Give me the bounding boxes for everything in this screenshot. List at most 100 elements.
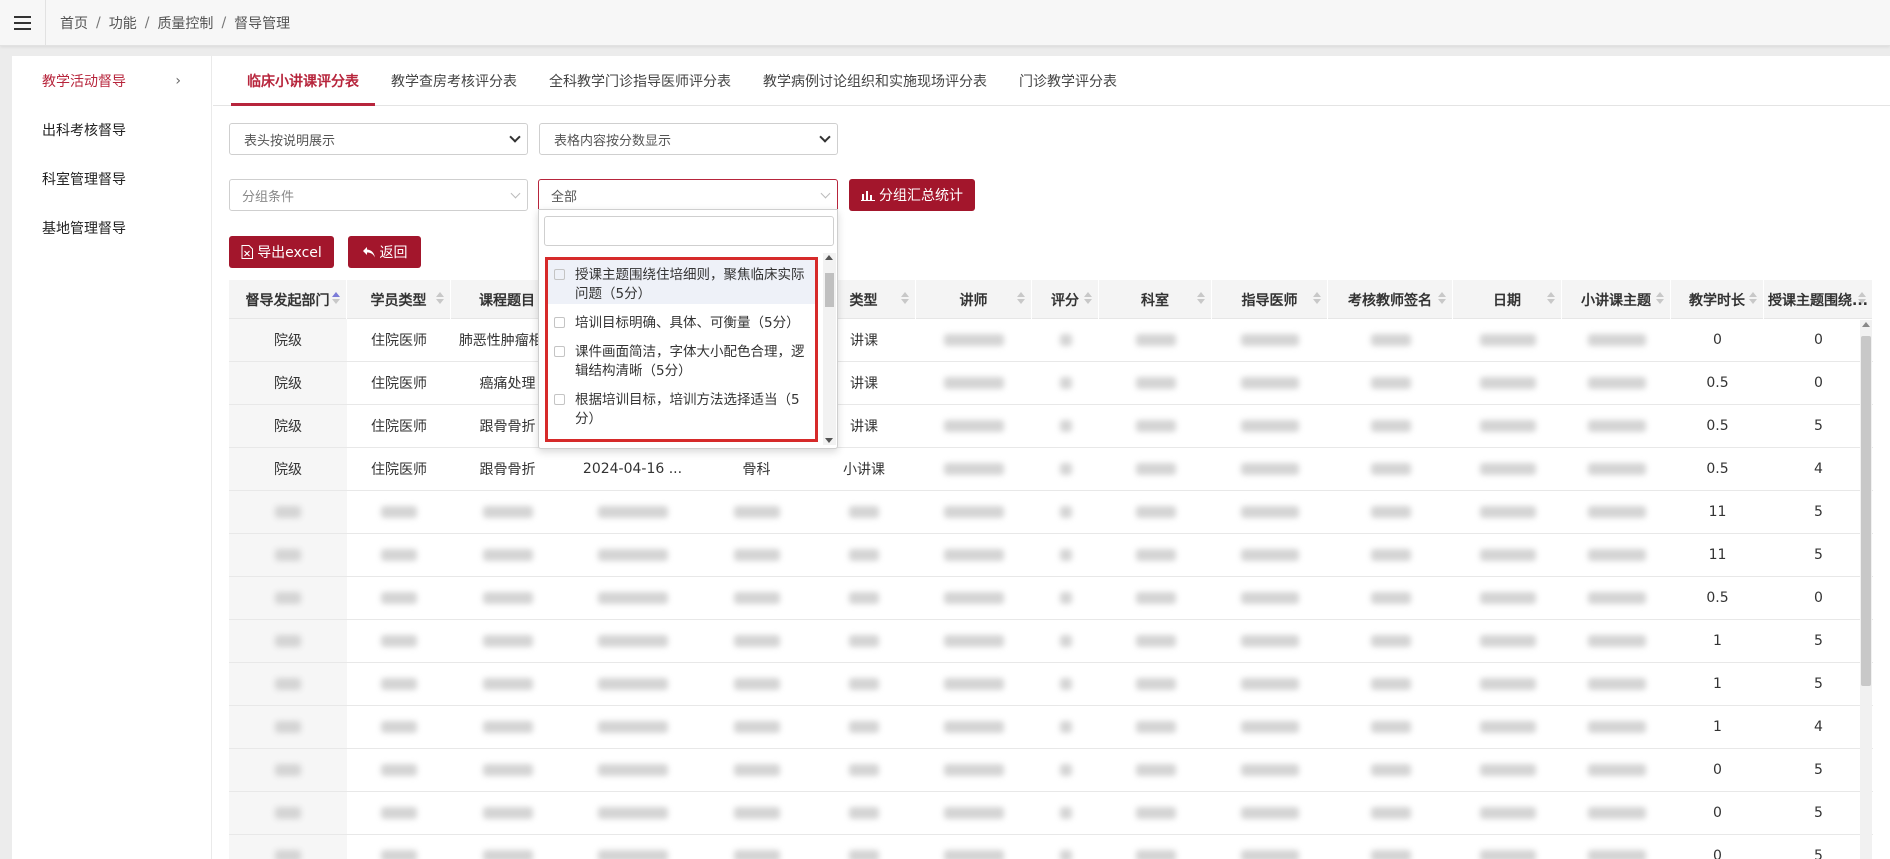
checkbox[interactable] bbox=[554, 394, 565, 405]
tab-ward-round[interactable]: 教学查房考核评分表 bbox=[375, 56, 533, 105]
sort-icon[interactable] bbox=[436, 292, 444, 304]
dropdown-option[interactable]: 培训目标明确、具体、可衡量（5分） bbox=[548, 304, 815, 333]
checkbox[interactable] bbox=[554, 269, 565, 280]
sort-icon[interactable] bbox=[1749, 292, 1757, 304]
table-row[interactable]: 15 bbox=[229, 663, 1873, 706]
sort-icon[interactable] bbox=[1438, 292, 1446, 304]
table-row[interactable]: 0.5 0 bbox=[229, 577, 1873, 620]
group-value-select[interactable]: 全部 bbox=[538, 179, 838, 211]
column-header[interactable]: 指导医师 bbox=[1212, 280, 1328, 319]
redacted-value bbox=[1135, 377, 1176, 389]
table-row[interactable]: 院级 住院医师 癌痛处理 讲课 0.5 0 bbox=[229, 362, 1873, 405]
table-row[interactable]: 05 bbox=[229, 792, 1873, 835]
table-cell bbox=[1562, 405, 1671, 447]
table-cell bbox=[564, 835, 701, 859]
column-header[interactable]: 科室 bbox=[1099, 280, 1212, 319]
tab-clinical-lecture[interactable]: 临床小讲课评分表 bbox=[231, 56, 375, 106]
dropdown-option[interactable]: 根据培训目标，培训方法选择适当（5分） bbox=[548, 381, 815, 429]
scroll-up-arrow-icon[interactable] bbox=[825, 255, 833, 260]
column-header[interactable]: 小讲课主题 bbox=[1562, 280, 1671, 319]
column-header[interactable]: 授课主题围绕... bbox=[1764, 280, 1873, 319]
sidebar-item-exit-exam[interactable]: 出科考核督导 bbox=[12, 105, 211, 154]
export-excel-label: 导出excel bbox=[257, 245, 322, 261]
table-cell: 0 bbox=[1814, 375, 1823, 391]
scrollbar-thumb[interactable] bbox=[1861, 336, 1871, 686]
tab-case-discussion[interactable]: 教学病例讨论组织和实施现场评分表 bbox=[747, 56, 1003, 105]
table-cell bbox=[347, 835, 451, 859]
dropdown-scrollbar[interactable] bbox=[823, 253, 836, 445]
column-header[interactable]: 督导发起部门 bbox=[229, 280, 347, 319]
redacted-value bbox=[1587, 850, 1646, 859]
table-row[interactable]: 05 bbox=[229, 835, 1873, 859]
header-mode-select[interactable]: 表头按说明展示 bbox=[229, 123, 528, 155]
table-row[interactable]: 院级 住院医师 跟骨骨折 讲课 0.5 5 bbox=[229, 405, 1873, 448]
scroll-down-arrow-icon[interactable] bbox=[825, 438, 833, 443]
tab-bar: 临床小讲课评分表 教学查房考核评分表 全科教学门诊指导医师评分表 教学病例讨论组… bbox=[213, 56, 1890, 106]
table-cell bbox=[701, 491, 812, 533]
menu-toggle-icon[interactable] bbox=[0, 0, 46, 46]
column-header[interactable]: 讲师 bbox=[916, 280, 1032, 319]
table-scrollbar[interactable] bbox=[1860, 320, 1872, 859]
table-row[interactable]: 05 bbox=[229, 749, 1873, 792]
redacted-value bbox=[849, 549, 879, 561]
sort-icon[interactable] bbox=[1858, 292, 1866, 304]
sidebar-item-department-management[interactable]: 科室管理督导 bbox=[12, 154, 211, 203]
sort-icon[interactable] bbox=[1547, 292, 1555, 304]
redacted-value bbox=[1479, 549, 1536, 561]
sort-icon[interactable] bbox=[1197, 292, 1205, 304]
tab-general-outpatient[interactable]: 全科教学门诊指导医师评分表 bbox=[533, 56, 747, 105]
redacted-value bbox=[597, 592, 668, 604]
table-row[interactable]: 院级 住院医师 跟骨骨折 2024-04-16 ... 骨科 小讲课 0.5 4 bbox=[229, 448, 1873, 491]
table-row[interactable]: 11 5 bbox=[229, 491, 1873, 534]
group-stats-button[interactable]: 分组汇总统计 bbox=[849, 179, 975, 211]
sidebar-item-teaching-activity[interactable]: 教学活动督导 › bbox=[12, 56, 211, 105]
checkbox[interactable] bbox=[554, 317, 565, 328]
content-mode-select[interactable]: 表格内容按分数显示 bbox=[539, 123, 838, 155]
breadcrumb-function[interactable]: 功能 bbox=[109, 13, 137, 33]
export-excel-button[interactable]: 导出excel bbox=[229, 236, 334, 268]
redacted-value bbox=[944, 549, 1004, 561]
redacted-value bbox=[944, 764, 1004, 776]
table-row[interactable]: 11 5 bbox=[229, 534, 1873, 577]
table-row[interactable]: 14 bbox=[229, 706, 1873, 749]
back-button[interactable]: 返回 bbox=[348, 236, 421, 268]
column-header[interactable]: 学员类型 bbox=[347, 280, 451, 319]
redacted-value bbox=[1059, 592, 1072, 604]
sort-icon[interactable] bbox=[1084, 292, 1092, 304]
table-cell: 5 bbox=[1814, 418, 1823, 434]
column-header-label: 授课主题围绕... bbox=[1768, 292, 1868, 309]
breadcrumb-home[interactable]: 首页 bbox=[60, 13, 88, 33]
redacted-value bbox=[1241, 850, 1299, 859]
table-cell bbox=[916, 491, 1032, 533]
redacted-value bbox=[944, 678, 1004, 690]
sort-icon[interactable] bbox=[332, 292, 340, 304]
dropdown-option[interactable]: 课件画面简洁，字体大小配色合理，逻辑结构清晰（5分） bbox=[548, 333, 815, 381]
column-header[interactable]: 教学时长 bbox=[1671, 280, 1764, 319]
redacted-value bbox=[482, 592, 533, 604]
redacted-value bbox=[849, 592, 879, 604]
dropdown-scrollbar-thumb[interactable] bbox=[825, 273, 834, 307]
redacted-value bbox=[733, 549, 780, 561]
table-row[interactable]: 15 bbox=[229, 620, 1873, 663]
redacted-value bbox=[275, 807, 301, 819]
table-cell: 0.5 bbox=[1706, 590, 1729, 606]
sort-icon[interactable] bbox=[1313, 292, 1321, 304]
breadcrumb-quality-control[interactable]: 质量控制 bbox=[157, 13, 213, 33]
column-header[interactable]: 评分 bbox=[1032, 280, 1099, 319]
table-cell: 5 bbox=[1814, 762, 1823, 778]
tab-outpatient-teaching[interactable]: 门诊教学评分表 bbox=[1003, 56, 1133, 105]
dropdown-search-input[interactable] bbox=[544, 216, 834, 246]
table-cell bbox=[916, 835, 1032, 859]
redacted-value bbox=[944, 721, 1004, 733]
column-header[interactable]: 日期 bbox=[1453, 280, 1562, 319]
sort-icon[interactable] bbox=[901, 292, 909, 304]
checkbox[interactable] bbox=[554, 346, 565, 357]
sidebar-item-base-management[interactable]: 基地管理督导 bbox=[12, 203, 211, 252]
column-header[interactable]: 考核教师签名 bbox=[1328, 280, 1453, 319]
scroll-up-arrow-icon[interactable] bbox=[1862, 322, 1870, 327]
sort-icon[interactable] bbox=[1017, 292, 1025, 304]
sort-icon[interactable] bbox=[1656, 292, 1664, 304]
group-condition-select[interactable]: 分组条件 bbox=[229, 179, 528, 211]
table-row[interactable]: 院级 住院医师 肺恶性肿瘤相... 讲课 0 0 bbox=[229, 319, 1873, 362]
dropdown-option[interactable]: 授课主题围绕住培细则，聚焦临床实际问题（5分） bbox=[548, 260, 815, 304]
